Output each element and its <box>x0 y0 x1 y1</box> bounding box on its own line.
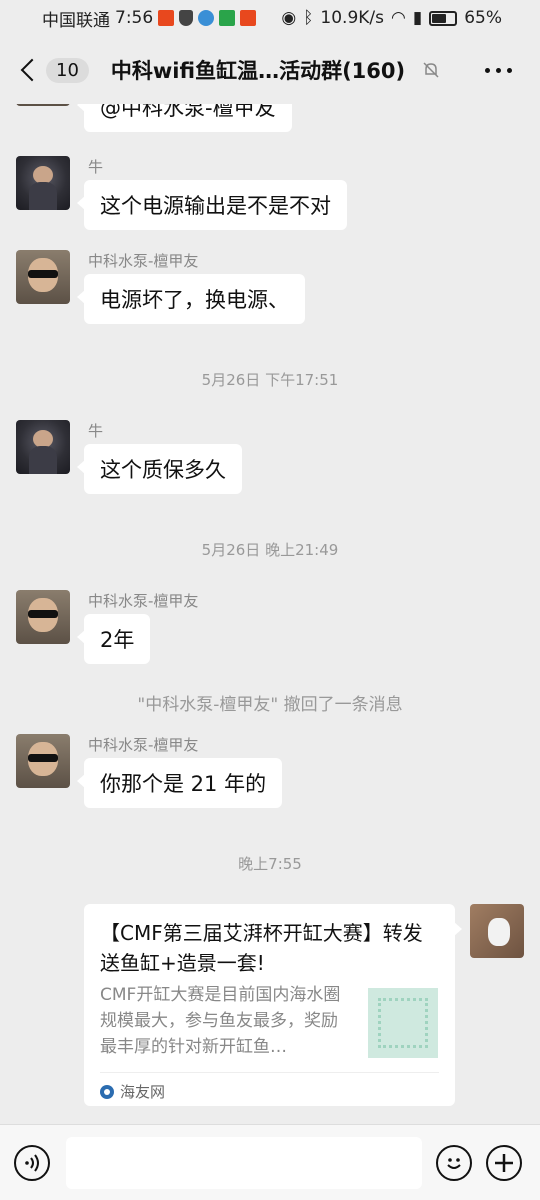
avatar[interactable] <box>16 156 70 210</box>
battery-percent: 65% <box>464 8 502 28</box>
plus-button[interactable] <box>486 1144 522 1181</box>
clock: 7:56 <box>115 8 154 28</box>
link-card-title: 【CMF第三届艾湃杯开缸大赛】转发送鱼缸+造景一套! <box>100 921 423 975</box>
input-bar <box>0 1124 540 1200</box>
message-bubble[interactable]: 你那个是 21 年的 <box>76 758 283 808</box>
app-notification-icon <box>198 10 215 26</box>
signal-icon: ▮ <box>412 8 423 28</box>
link-card-source: 海友网 <box>100 1072 439 1102</box>
notification-icon <box>158 10 175 26</box>
message: @中科水泵-檀甲友 <box>16 104 516 152</box>
voice-button[interactable] <box>14 1144 50 1181</box>
eye-icon: ◉ <box>281 8 297 28</box>
status-bar: 中国联通 7:56 ◉ ᛒ 10.9K/s ◠ ▮ 65% <box>0 0 540 36</box>
source-logo-icon <box>100 1084 114 1099</box>
link-card[interactable]: 【CMF第三届艾湃杯开缸大赛】转发送鱼缸+造景一套! CMF开缸大赛是目前国内海… <box>84 904 462 1106</box>
chat-title: 中科wifi鱼缸温…活动群(160) <box>110 59 406 83</box>
avatar[interactable] <box>16 250 70 304</box>
timestamp: 5月26日 晚上21:49 <box>201 541 339 559</box>
message-bubble[interactable]: 电源坏了，换电源、 <box>77 274 305 324</box>
back-button[interactable]: 10 <box>18 57 89 83</box>
sender-name: 牛 <box>88 422 104 440</box>
back-arrow-icon <box>20 58 44 82</box>
message-bubble[interactable]: 2年 <box>76 614 151 664</box>
avatar[interactable] <box>16 734 70 788</box>
avatar[interactable] <box>16 420 70 474</box>
message-bubble[interactable]: @中科水泵-檀甲友 <box>77 104 292 132</box>
message-bubble[interactable]: 这个电源输出是不是不对 <box>77 180 347 230</box>
network-speed: 10.9K/s <box>320 8 384 28</box>
timestamp: 晚上7:55 <box>238 855 302 873</box>
bluetooth-icon: ᛒ <box>303 8 314 28</box>
emoji-button[interactable] <box>436 1144 472 1181</box>
message-list[interactable]: @中科水泵-檀甲友 牛 这个电源输出是不是不对 中科水泵-檀甲友 电源坏了，换电… <box>0 104 540 1124</box>
timestamp: 5月26日 下午17:51 <box>201 371 339 389</box>
recall-notice: "中科水泵-檀甲友" 撤回了一条消息 <box>137 695 403 715</box>
avatar[interactable] <box>16 590 70 644</box>
plus-icon <box>495 1153 513 1172</box>
more-icon <box>485 67 490 73</box>
carrier-label: 中国联通 <box>42 10 110 31</box>
sender-name: 牛 <box>88 158 104 176</box>
battery-icon <box>429 10 458 26</box>
link-card-thumbnail <box>368 988 438 1058</box>
sender-name: 中科水泵-檀甲友 <box>88 252 199 270</box>
emoji-icon <box>447 1157 461 1169</box>
source-name: 海友网 <box>120 1083 166 1101</box>
bell-muted-icon <box>423 62 439 78</box>
avatar[interactable] <box>16 104 70 106</box>
message-input[interactable] <box>66 1136 422 1189</box>
chat-header: 10 中科wifi鱼缸温…活动群(160) <box>0 36 540 104</box>
app-notification-icon <box>219 10 236 26</box>
sender-name: 中科水泵-檀甲友 <box>88 736 199 754</box>
voice-icon <box>25 1153 39 1172</box>
notification-icon <box>240 10 257 26</box>
link-card-description: CMF开缸大赛是目前国内海水圈规模最大，参与鱼友最多，奖励最丰厚的针对新开缸鱼… <box>100 985 341 1057</box>
shield-icon <box>179 10 194 26</box>
unread-badge: 10 <box>46 57 89 83</box>
wifi-icon: ◠ <box>391 8 406 28</box>
more-button[interactable] <box>485 67 526 73</box>
sender-name: 中科水泵-檀甲友 <box>88 592 199 610</box>
message-bubble[interactable]: 这个质保多久 <box>77 444 242 494</box>
my-avatar[interactable] <box>470 904 524 958</box>
